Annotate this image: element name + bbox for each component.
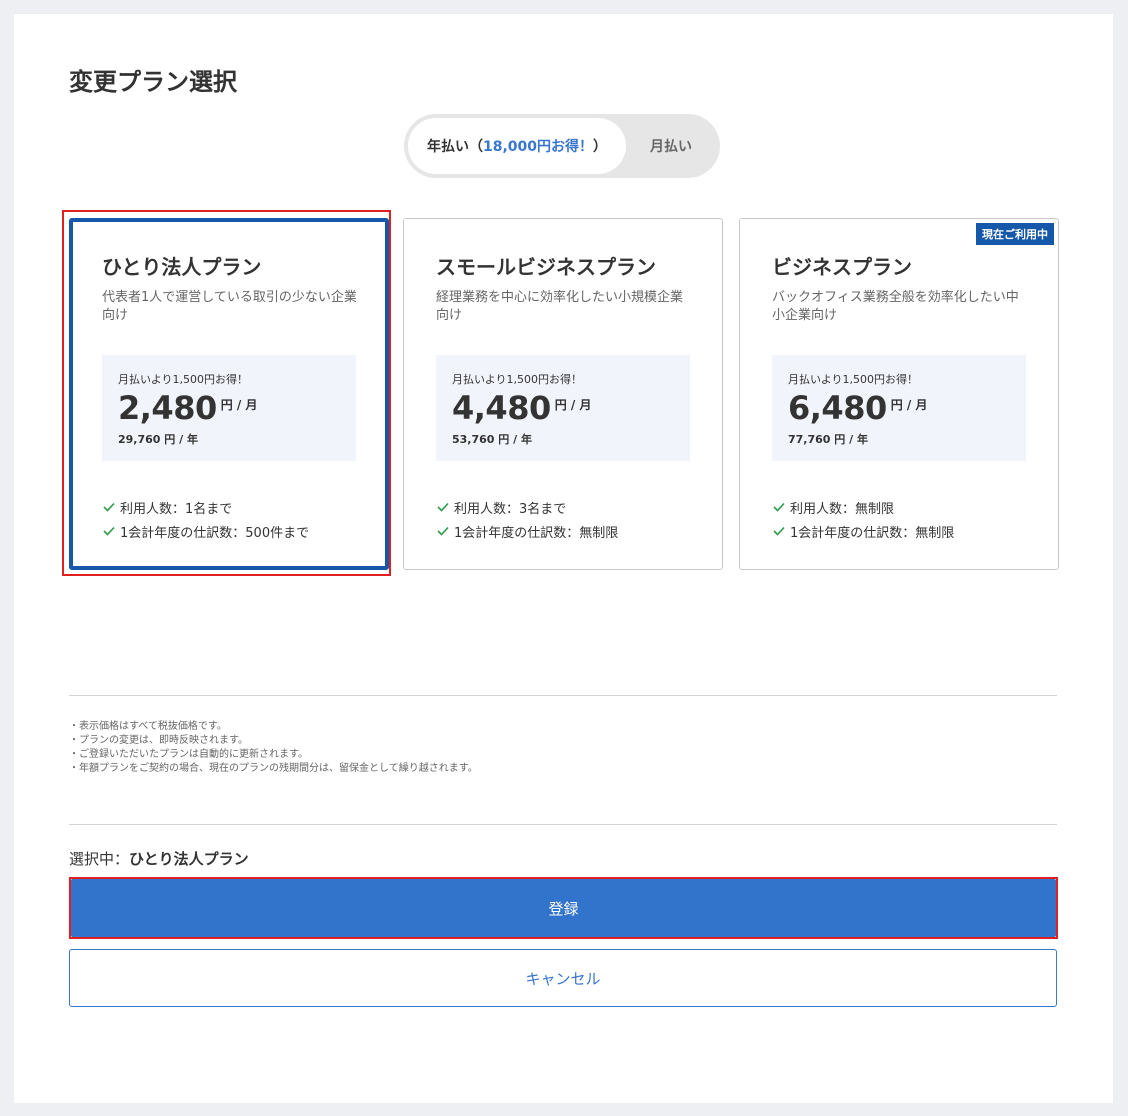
annual-label-prefix: 年払い（ [426, 139, 483, 155]
price-yearly: 29,760 円 / 年 [118, 433, 198, 446]
price-main: 2,480 円 / 月 [118, 389, 257, 427]
plan-description: バックオフィス業務全般を効率化したい中小企業向け [772, 290, 1019, 323]
feature-item: 1会計年度の仕訳数：無制限 [772, 519, 954, 543]
price-yearly: 53,760 円 / 年 [452, 433, 532, 446]
price-unit: 円 / 月 [554, 398, 592, 412]
selected-label: 選択中： [69, 850, 130, 868]
annual-label-suffix: ） [593, 139, 608, 155]
price-note: 月払いより1,500円お得！ [452, 373, 583, 386]
feature-text: 利用人数：1名まで [120, 501, 233, 517]
billing-option-annual[interactable]: 年払い（ 18,000円お得！ ） [408, 118, 626, 174]
plan-title: ひとり法人プラン [102, 255, 262, 279]
check-icon [772, 500, 786, 514]
feature-text: 1会計年度の仕訳数：無制限 [454, 525, 619, 541]
feature-list: 利用人数：無制限 1会計年度の仕訳数：無制限 [772, 495, 954, 543]
notes-list: 表示価格はすべて税抜価格です。 プランの変更は、即時反映されます。 ご登録いただ… [69, 720, 478, 776]
note-item: プランの変更は、即時反映されます。 [69, 734, 478, 748]
feature-item: 利用人数：無制限 [772, 495, 954, 519]
selected-plan-name: ひとり法人プラン [129, 850, 249, 868]
feature-item: 利用人数：1名まで [102, 495, 309, 519]
note-item: 年額プランをご契約の場合、現在のプランの残期間分は、留保金として繰り越されます。 [69, 762, 478, 776]
plan-description: 代表者1人で運営している取引の少ない企業向け [102, 290, 357, 323]
feature-text: 利用人数：3名まで [454, 501, 567, 517]
annual-discount-text: 18,000円お得！ [482, 139, 594, 155]
price-yearly: 77,760 円 / 年 [788, 433, 868, 446]
main-panel: 変更プラン選択 年払い（ 18,000円お得！ ） 月払い ひとり法人プラン 代… [14, 14, 1113, 1103]
price-box: 月払いより1,500円お得！ 6,480 円 / 月 77,760 円 / 年 [772, 355, 1026, 461]
plan-card-business[interactable]: 現在ご利用中 ビジネスプラン バックオフィス業務全般を効率化したい中小企業向け … [739, 218, 1059, 570]
plan-title: スモールビジネスプラン [436, 255, 656, 279]
price-unit: 円 / 月 [890, 398, 928, 412]
price-amount: 2,480 [118, 389, 217, 427]
plan-description: 経理業務を中心に効率化したい小規模企業向け [436, 290, 684, 323]
plan-card-small-business[interactable]: スモールビジネスプラン 経理業務を中心に効率化したい小規模企業向け 月払いより1… [403, 218, 723, 570]
price-box: 月払いより1,500円お得！ 2,480 円 / 月 29,760 円 / 年 [102, 355, 356, 461]
divider-bottom [69, 824, 1057, 825]
feature-list: 利用人数：3名まで 1会計年度の仕訳数：無制限 [436, 495, 618, 543]
price-main: 6,480 円 / 月 [788, 389, 927, 427]
price-unit: 円 / 月 [220, 398, 258, 412]
check-icon [102, 500, 116, 514]
register-button[interactable]: 登録 [71, 879, 1056, 937]
page-title: 変更プラン選択 [69, 68, 237, 96]
check-icon [436, 524, 450, 538]
price-amount: 6,480 [788, 389, 887, 427]
feature-list: 利用人数：1名まで 1会計年度の仕訳数：500件まで [102, 495, 309, 543]
feature-text: 利用人数：無制限 [790, 501, 895, 517]
divider-top [69, 695, 1057, 696]
plan-title: ビジネスプラン [772, 255, 912, 279]
selected-plan-indicator: 選択中：ひとり法人プラン [69, 848, 249, 869]
feature-item: 利用人数：3名まで [436, 495, 618, 519]
price-amount: 4,480 [452, 389, 551, 427]
check-icon [772, 524, 786, 538]
price-main: 4,480 円 / 月 [452, 389, 591, 427]
current-plan-badge: 現在ご利用中 [976, 223, 1054, 245]
note-item: 表示価格はすべて税抜価格です。 [69, 720, 478, 734]
billing-option-monthly[interactable]: 月払い [626, 118, 716, 174]
note-item: ご登録いただいたプランは自動的に更新されます。 [69, 748, 478, 762]
cancel-button[interactable]: キャンセル [69, 949, 1057, 1007]
price-note: 月払いより1,500円お得！ [788, 373, 919, 386]
feature-item: 1会計年度の仕訳数：500件まで [102, 519, 309, 543]
billing-toggle: 年払い（ 18,000円お得！ ） 月払い [404, 114, 720, 178]
plan-card-hitori[interactable]: ひとり法人プラン 代表者1人で運営している取引の少ない企業向け 月払いより1,5… [69, 218, 389, 570]
check-icon [102, 524, 116, 538]
feature-item: 1会計年度の仕訳数：無制限 [436, 519, 618, 543]
price-note: 月払いより1,500円お得！ [118, 373, 249, 386]
feature-text: 1会計年度の仕訳数：500件まで [120, 525, 310, 541]
feature-text: 1会計年度の仕訳数：無制限 [790, 525, 955, 541]
price-box: 月払いより1,500円お得！ 4,480 円 / 月 53,760 円 / 年 [436, 355, 690, 461]
check-icon [436, 500, 450, 514]
